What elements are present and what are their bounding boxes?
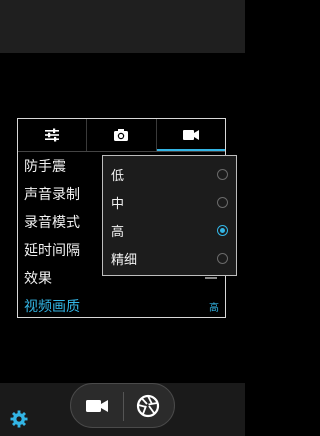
camera-mode-button[interactable] <box>71 384 123 427</box>
quality-option-fine[interactable]: 精细 <box>103 244 236 272</box>
quality-option-medium[interactable]: 中 <box>103 188 236 216</box>
radio-button-selected[interactable] <box>217 225 228 236</box>
setting-row-video-quality[interactable]: 视频画质 高 <box>18 292 225 320</box>
gear-icon[interactable] <box>10 410 28 428</box>
setting-value: 高 <box>209 302 219 314</box>
option-label: 精细 <box>111 252 138 268</box>
setting-label: 视频画质 <box>24 299 80 315</box>
tab-general-settings[interactable] <box>18 119 86 151</box>
setting-label: 延时间隔 <box>24 243 80 259</box>
setting-label: 防手震 <box>24 159 66 175</box>
camera-icon <box>114 129 129 141</box>
sliders-icon <box>45 128 60 142</box>
setting-label: 录音模式 <box>24 215 80 231</box>
option-label: 高 <box>111 224 125 240</box>
option-label: 中 <box>111 196 125 212</box>
quality-option-high[interactable]: 高 <box>103 216 236 244</box>
shutter-icon <box>137 394 160 417</box>
radio-button[interactable] <box>217 253 228 264</box>
quality-option-low[interactable]: 低 <box>103 160 236 188</box>
tab-camera-settings[interactable] <box>86 119 155 151</box>
row-edge-indicator <box>205 277 217 279</box>
video-camera-icon <box>85 399 108 412</box>
tab-video-settings[interactable] <box>155 119 226 151</box>
radio-button[interactable] <box>217 197 228 208</box>
video-camera-icon <box>182 130 199 140</box>
shutter-button[interactable] <box>123 384 175 427</box>
pill-divider <box>123 392 124 421</box>
option-label: 低 <box>111 168 125 184</box>
radio-button[interactable] <box>217 169 228 180</box>
setting-label: 效果 <box>24 271 52 287</box>
bottom-control-bar <box>0 383 245 436</box>
capture-controls <box>70 383 175 428</box>
top-bar <box>0 0 245 53</box>
video-quality-dropdown: 低 中 高 精细 <box>102 155 237 276</box>
setting-label: 声音录制 <box>24 187 80 203</box>
settings-tabs <box>18 119 226 151</box>
